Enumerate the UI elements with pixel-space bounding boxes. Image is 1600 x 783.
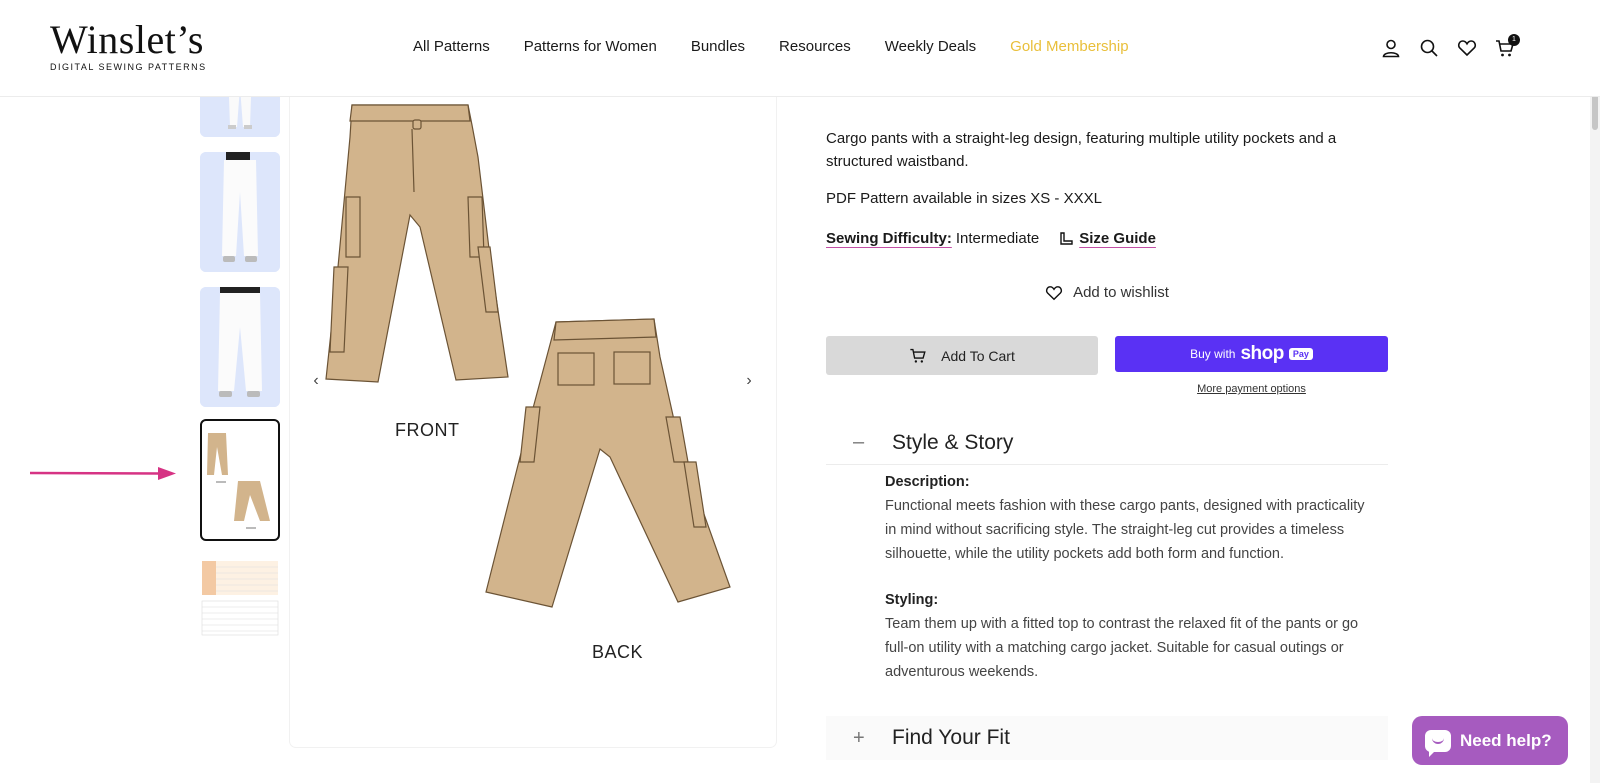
nav-bundles[interactable]: Bundles [691, 38, 745, 55]
sewing-difficulty: Sewing Difficulty: Intermediate Size Gui… [826, 230, 1156, 247]
add-to-cart-button[interactable]: Add To Cart [826, 336, 1098, 375]
nav-all-patterns[interactable]: All Patterns [413, 38, 490, 55]
pay-badge: Pay [1288, 348, 1313, 360]
heart-icon[interactable] [1457, 38, 1477, 58]
styling-text: Team them up with a fitted top to contra… [885, 616, 1359, 680]
header-actions: 1 [1381, 34, 1520, 58]
thumbnail-photo-1[interactable] [200, 97, 280, 137]
expand-icon: + [853, 726, 865, 749]
cart-icon[interactable]: 1 [1495, 34, 1520, 58]
heart-icon [1046, 285, 1063, 300]
accordion-find-your-fit: + Find Your Fit [826, 716, 1388, 760]
thumbnail-photo-3[interactable] [200, 287, 280, 407]
brand-logo[interactable]: Winslet’s DIGITAL SEWING PATTERNS [50, 20, 220, 78]
thumbnail-photo-2[interactable] [200, 152, 280, 272]
accordion-style-story-header[interactable]: – Style & Story [826, 421, 1388, 465]
add-to-wishlist-button[interactable]: Add to wishlist [826, 284, 1388, 301]
thumbnail-strip [200, 97, 284, 642]
brand-name: Winslet’s [50, 17, 204, 62]
annotation-arrow [30, 467, 176, 480]
difficulty-label[interactable]: Sewing Difficulty: [826, 230, 952, 247]
style-story-body: Description: Functional meets fashion wi… [885, 470, 1365, 706]
cart-icon [910, 348, 926, 363]
description-text: Functional meets fashion with these carg… [885, 498, 1365, 562]
available-sizes: PDF Pattern available in sizes XS - XXXL [826, 190, 1102, 207]
chat-label: Need help? [1460, 730, 1552, 750]
nav-resources[interactable]: Resources [779, 38, 851, 55]
thumbnail-flat-sketch[interactable] [200, 419, 280, 541]
chat-icon [1425, 729, 1451, 757]
accordion-style-story: – Style & Story [826, 421, 1388, 465]
add-to-cart-label: Add To Cart [941, 347, 1015, 364]
main-nav: All Patterns Patterns for Women Bundles … [413, 38, 1163, 55]
thumbnail-size-chart[interactable] [200, 555, 280, 642]
shop-logo: shop [1240, 343, 1284, 364]
description-heading: Description: [885, 474, 970, 490]
back-view-label: BACK [592, 642, 644, 662]
nav-gold-membership[interactable]: Gold Membership [1010, 38, 1128, 55]
search-icon[interactable] [1419, 38, 1439, 58]
more-payment-options-link[interactable]: More payment options [1115, 383, 1388, 395]
cargo-pants-flat-sketch [325, 104, 731, 608]
styling-heading: Styling: [885, 592, 939, 608]
collapse-icon: – [853, 431, 865, 453]
gallery-prev-button[interactable]: ‹ [308, 372, 324, 390]
product-image-gallery: ‹ › FRONT BACK [290, 97, 776, 747]
wishlist-label: Add to wishlist [1073, 284, 1169, 301]
brand-tagline: DIGITAL SEWING PATTERNS [50, 62, 207, 72]
accordion-title: Find Your Fit [892, 726, 1010, 749]
front-view-label: FRONT [395, 420, 460, 440]
nav-weekly-deals[interactable]: Weekly Deals [885, 38, 976, 55]
gallery-next-button[interactable]: › [741, 372, 757, 390]
site-header: Winslet’s DIGITAL SEWING PATTERNS All Pa… [0, 0, 1600, 97]
need-help-chat-button[interactable]: Need help? [1412, 716, 1568, 765]
accordion-find-your-fit-header[interactable]: + Find Your Fit [826, 716, 1388, 760]
size-guide-link[interactable]: Size Guide [1059, 230, 1156, 247]
buy-with-label: Buy with [1190, 347, 1236, 361]
cart-count-badge: 1 [1508, 34, 1520, 46]
accordion-title: Style & Story [892, 430, 1014, 454]
difficulty-value: Intermediate [955, 230, 1040, 247]
page-scrollbar[interactable] [1590, 0, 1600, 783]
ruler-icon [1060, 231, 1073, 245]
size-guide-label: Size Guide [1079, 230, 1156, 247]
nav-patterns-for-women[interactable]: Patterns for Women [524, 38, 657, 55]
buy-with-shop-pay-button[interactable]: Buy with shop Pay [1115, 336, 1388, 372]
account-icon[interactable] [1381, 38, 1401, 58]
product-short-description: Cargo pants with a straight-leg design, … [826, 130, 1337, 170]
